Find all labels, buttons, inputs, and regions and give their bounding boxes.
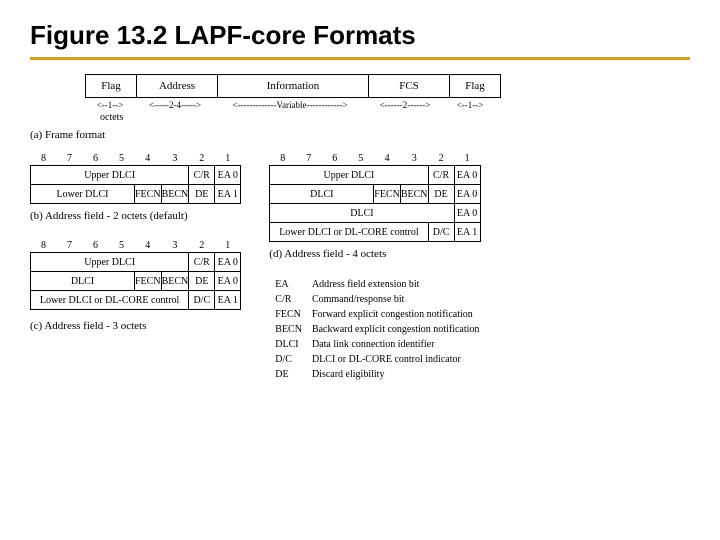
d-ea0b: EA 0 xyxy=(454,185,480,204)
c-ea1: EA 1 xyxy=(215,291,241,310)
c-bit-7: 7 xyxy=(57,238,83,253)
d-becn: BECN xyxy=(400,185,428,204)
b-becn: BECN xyxy=(161,185,189,204)
span-flag2: <--1--> xyxy=(445,100,495,110)
lg-fecn-k: FECN xyxy=(271,308,306,321)
c-dlci: DLCI xyxy=(31,272,135,291)
b-ea0: EA 0 xyxy=(215,166,241,185)
lg-ea-k: EA xyxy=(271,278,306,291)
lg-becn-k: BECN xyxy=(271,323,306,336)
lg-de-k: DE xyxy=(271,368,306,381)
b-lower-dlci: Lower DLCI xyxy=(31,185,135,204)
bit-1: 1 xyxy=(215,151,241,166)
c-ea0: EA 0 xyxy=(215,253,241,272)
d-dc: D/C xyxy=(428,223,454,242)
legend-table: EA Address field extension bit C/R Comma… xyxy=(269,276,485,383)
c-bit-2: 2 xyxy=(189,238,215,253)
lg-dlci-k: DLCI xyxy=(271,338,306,351)
frame-format-section: Flag Address Information FCS Flag <--1--… xyxy=(30,74,690,141)
d-de: DE xyxy=(428,185,454,204)
c-fecn: FECN xyxy=(135,272,162,291)
bit-8: 8 xyxy=(31,151,57,166)
d-lower-or-core: Lower DLCI or DL-CORE control xyxy=(270,223,428,242)
b-de: DE xyxy=(189,185,215,204)
address-2oct-table: 8 7 6 5 4 3 2 1 Upper DLCI C/R EA 0 Lowe… xyxy=(30,151,241,204)
d-bit-8: 8 xyxy=(270,151,296,166)
c-bit-8: 8 xyxy=(31,238,57,253)
right-col: 8 7 6 5 4 3 2 1 Upper DLCI C/R EA 0 DLCI… xyxy=(269,151,485,383)
c-de: DE xyxy=(189,272,215,291)
d-dlci2: DLCI xyxy=(270,204,454,223)
b-upper-dlci: Upper DLCI xyxy=(31,166,189,185)
d-bit-4: 4 xyxy=(374,151,401,166)
c-bit-1: 1 xyxy=(215,238,241,253)
span-address: <-----2-4-----> xyxy=(135,100,215,110)
address-4oct-table: 8 7 6 5 4 3 2 1 Upper DLCI C/R EA 0 DLCI… xyxy=(269,151,480,242)
lg-de: Discard eligibility xyxy=(308,368,483,381)
d-bit-3: 3 xyxy=(400,151,428,166)
frame-cell-address: Address xyxy=(136,74,218,98)
frame-cell-information: Information xyxy=(217,74,369,98)
frame-row: Flag Address Information FCS Flag xyxy=(85,74,690,98)
left-col: 8 7 6 5 4 3 2 1 Upper DLCI C/R EA 0 Lowe… xyxy=(30,151,241,383)
lg-fecn: Forward explicit congestion notification xyxy=(308,308,483,321)
c-dc: D/C xyxy=(189,291,215,310)
lg-cr: Command/response bit xyxy=(308,293,483,306)
d-dlci: DLCI xyxy=(270,185,374,204)
bit-4: 4 xyxy=(135,151,162,166)
d-bit-6: 6 xyxy=(322,151,348,166)
d-bit-1: 1 xyxy=(454,151,480,166)
frame-spans: <--1--> <-----2-4-----> <-------------Va… xyxy=(85,100,690,110)
bit-7: 7 xyxy=(57,151,83,166)
d-cr: C/R xyxy=(428,166,454,185)
d-bit-2: 2 xyxy=(428,151,454,166)
c-bit-3: 3 xyxy=(161,238,189,253)
frame-cell-fcs: FCS xyxy=(368,74,450,98)
c-ea0b: EA 0 xyxy=(215,272,241,291)
b-ea1: EA 1 xyxy=(215,185,241,204)
octets-label: octets xyxy=(100,112,690,123)
caption-a: (a) Frame format xyxy=(30,129,690,141)
c-lower-or-core: Lower DLCI or DL-CORE control xyxy=(31,291,189,310)
page-title: Figure 13.2 LAPF-core Formats xyxy=(30,20,690,60)
caption-d: (d) Address field - 4 octets xyxy=(269,248,485,260)
lg-dlci: Data link connection identifier xyxy=(308,338,483,351)
span-flag: <--1--> xyxy=(85,100,135,110)
c-bit-4: 4 xyxy=(135,238,162,253)
c-bit-5: 5 xyxy=(109,238,135,253)
lg-becn: Backward explicit congestion notificatio… xyxy=(308,323,483,336)
lg-ea: Address field extension bit xyxy=(308,278,483,291)
c-cr: C/R xyxy=(189,253,215,272)
b-cr: C/R xyxy=(189,166,215,185)
bit-6: 6 xyxy=(83,151,109,166)
span-information: <-------------Variable------------> xyxy=(215,100,365,110)
bit-5: 5 xyxy=(109,151,135,166)
bit-2: 2 xyxy=(189,151,215,166)
address-3oct-table: 8 7 6 5 4 3 2 1 Upper DLCI C/R EA 0 DLCI… xyxy=(30,238,241,310)
b-fecn: FECN xyxy=(135,185,162,204)
caption-b: (b) Address field - 2 octets (default) xyxy=(30,210,241,222)
lg-dc: DLCI or DL-CORE control indicator xyxy=(308,353,483,366)
c-upper-dlci: Upper DLCI xyxy=(31,253,189,272)
d-bit-5: 5 xyxy=(348,151,374,166)
c-bit-6: 6 xyxy=(83,238,109,253)
lg-dc-k: D/C xyxy=(271,353,306,366)
d-ea0: EA 0 xyxy=(454,166,480,185)
d-ea0c: EA 0 xyxy=(454,204,480,223)
c-becn: BECN xyxy=(161,272,189,291)
lg-cr-k: C/R xyxy=(271,293,306,306)
d-bit-7: 7 xyxy=(296,151,322,166)
d-upper-dlci: Upper DLCI xyxy=(270,166,428,185)
frame-cell-flag: Flag xyxy=(85,74,137,98)
d-ea1: EA 1 xyxy=(454,223,480,242)
caption-c: (c) Address field - 3 octets xyxy=(30,320,241,332)
bit-3: 3 xyxy=(161,151,189,166)
span-fcs: <------2------> xyxy=(365,100,445,110)
d-fecn: FECN xyxy=(374,185,401,204)
frame-cell-flag2: Flag xyxy=(449,74,501,98)
